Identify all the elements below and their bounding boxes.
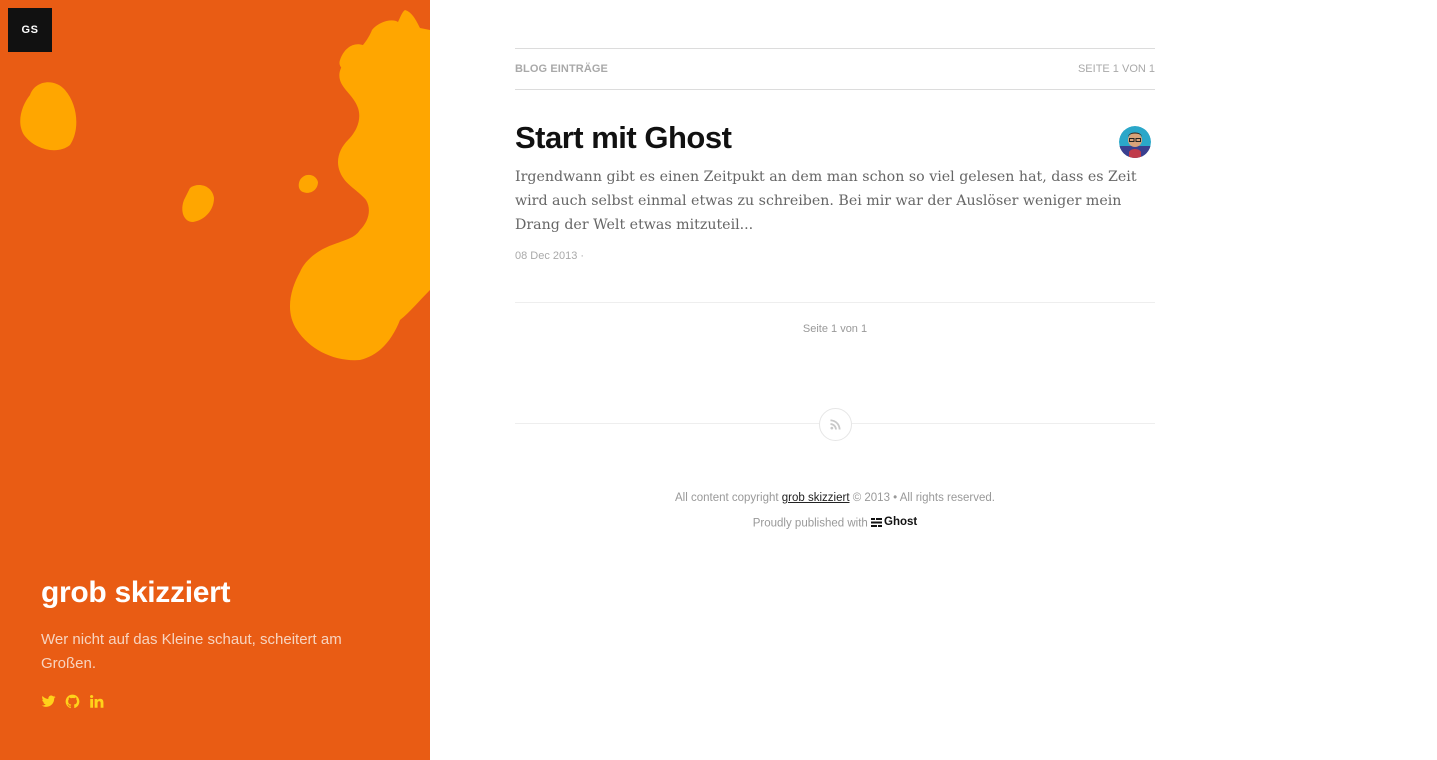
twitter-icon[interactable]: [41, 693, 56, 710]
post-title[interactable]: Start mit Ghost: [515, 120, 732, 156]
rss-icon: [830, 419, 841, 430]
rss-feed-button[interactable]: [819, 408, 852, 441]
post-date: 08 Dec 2013 ·: [515, 250, 585, 262]
copyright-suffix: © 2013 • All rights reserved.: [852, 492, 995, 504]
social-links: [41, 693, 104, 710]
published-line: Proudly published with Ghost: [515, 516, 1155, 530]
copyright-line: All content copyright grob skizziert © 2…: [515, 492, 1155, 504]
author-avatar[interactable]: [1119, 126, 1151, 158]
sidebar: GS grob skizziert Wer nicht auf das Klei…: [0, 0, 430, 760]
paint-splash-decoration: [20, 10, 430, 400]
published-prefix: Proudly published with: [752, 517, 868, 530]
list-header: BLOG EINTRÄGE SEITE 1 VON 1: [515, 48, 1155, 90]
copyright-prefix: All content copyright: [675, 492, 779, 504]
post-excerpt: Irgendwann gibt es einen Zeitpukt an dem…: [515, 169, 1137, 233]
blog-logo[interactable]: GS: [8, 8, 52, 52]
linkedin-icon[interactable]: [89, 693, 104, 710]
blog-title[interactable]: grob skizziert: [41, 576, 230, 610]
section-title: BLOG EINTRÄGE: [515, 63, 608, 75]
ghost-label: Ghost: [884, 516, 918, 528]
ghost-link[interactable]: Ghost: [871, 516, 917, 528]
pagination-info: Seite 1 von 1: [802, 323, 868, 335]
github-icon[interactable]: [65, 693, 80, 710]
page-indicator: SEITE 1 VON 1: [1077, 63, 1155, 75]
blog-description: Wer nicht auf das Kleine schaut, scheite…: [41, 631, 342, 672]
ghost-icon: [871, 517, 883, 527]
copyright-link[interactable]: grob skizziert: [782, 492, 850, 504]
divider: [515, 302, 1155, 303]
